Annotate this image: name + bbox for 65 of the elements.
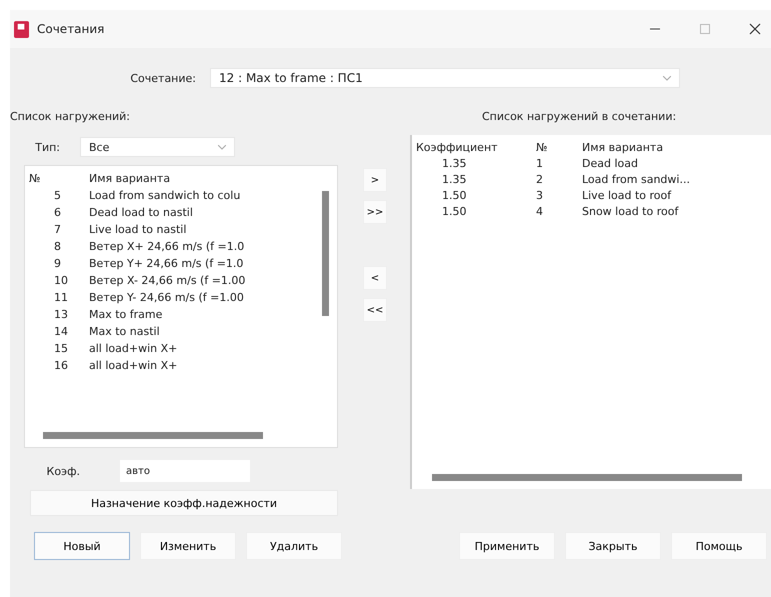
load-name[interactable]: Ветер X- 24,66 m/s (f =1.00 <box>89 274 246 287</box>
load-number: 9 <box>53 257 62 270</box>
coefficient-value: 1.50 <box>441 188 468 202</box>
type-label: Тип: <box>34 140 61 154</box>
load-number: 1 <box>535 156 544 170</box>
column-header: № <box>29 172 42 185</box>
window-title: Сочетания <box>37 22 104 36</box>
transfer-button[interactable]: << <box>363 298 387 322</box>
coefficient-value: 1.50 <box>441 204 468 218</box>
action-button[interactable]: Удалить <box>246 532 342 560</box>
horizontal-scrollbar[interactable] <box>43 432 263 439</box>
load-name[interactable]: Max to frame <box>89 308 162 321</box>
column-header: Имя варианта <box>89 172 170 185</box>
load-number: 6 <box>53 206 62 219</box>
action-button[interactable]: Закрыть <box>565 532 661 560</box>
section-title: Список нагружений в сочетании: <box>482 110 678 123</box>
transfer-button[interactable]: > <box>363 168 387 192</box>
load-name[interactable]: all load+win X+ <box>89 342 178 355</box>
combination-label: Сочетание: <box>129 72 197 84</box>
column-header: Коэффициент <box>416 140 499 154</box>
load-number: 15 <box>53 342 69 355</box>
load-number: 5 <box>53 189 62 202</box>
column-header: № <box>535 140 548 154</box>
coefficient-value: 1.35 <box>441 172 468 186</box>
action-button[interactable]: Помощь <box>671 532 767 560</box>
combination-dropdown[interactable]: 12 : Max to frame : ПС1 <box>210 68 680 88</box>
transfer-button[interactable]: < <box>363 266 387 290</box>
load-name[interactable]: Snow load to roof <box>582 204 678 218</box>
action-button[interactable]: Изменить <box>140 532 236 560</box>
load-name[interactable]: Load from sandwich to colu <box>89 189 240 202</box>
load-name[interactable]: Ветер Y- 24,66 m/s (f =1.00 <box>89 291 244 304</box>
coefficient-value: 1.35 <box>441 156 468 170</box>
load-name[interactable]: Live load to roof <box>582 188 672 202</box>
load-number: 4 <box>535 204 544 218</box>
load-number: 8 <box>53 240 62 253</box>
load-name[interactable]: Max to nastil <box>89 325 160 338</box>
load-number: 3 <box>535 188 544 202</box>
vertical-scrollbar[interactable] <box>322 191 329 316</box>
load-number: 2 <box>535 172 544 186</box>
horizontal-scrollbar[interactable] <box>432 474 742 481</box>
load-name[interactable]: all load+win X+ <box>89 359 178 372</box>
load-name[interactable]: Dead load to nastil <box>89 206 193 219</box>
section-title: Список нагружений: <box>10 110 132 123</box>
transfer-button[interactable]: >> <box>363 200 387 224</box>
load-number: 13 <box>53 308 69 321</box>
load-name[interactable]: Ветер X+ 24,66 m/s (f =1.0 <box>89 240 244 253</box>
action-button[interactable]: Новый <box>34 532 130 560</box>
type-dropdown[interactable]: Все <box>80 137 235 157</box>
load-number: 11 <box>53 291 69 304</box>
maximize-icon[interactable] <box>699 23 711 35</box>
load-number: 10 <box>53 274 69 287</box>
reliability-button[interactable]: Назначение коэфф.надежности <box>30 490 338 516</box>
load-number: 7 <box>53 223 62 236</box>
action-button[interactable]: Применить <box>459 532 555 560</box>
load-number: 16 <box>53 359 69 372</box>
coefficient-field[interactable]: авто <box>120 460 250 482</box>
load-name[interactable]: Ветер Y+ 24,66 m/s (f =1.0 <box>89 257 244 270</box>
load-name[interactable]: Live load to nastil <box>89 223 186 236</box>
coefficient-label: Коэф. <box>46 464 81 478</box>
close-icon[interactable] <box>749 23 761 35</box>
app-logo-icon <box>14 20 29 38</box>
column-header: Имя варианта <box>582 140 664 154</box>
load-number: 14 <box>53 325 69 338</box>
load-name[interactable]: Dead load <box>582 156 638 170</box>
load-name[interactable]: Load from sandwi... <box>582 172 690 186</box>
